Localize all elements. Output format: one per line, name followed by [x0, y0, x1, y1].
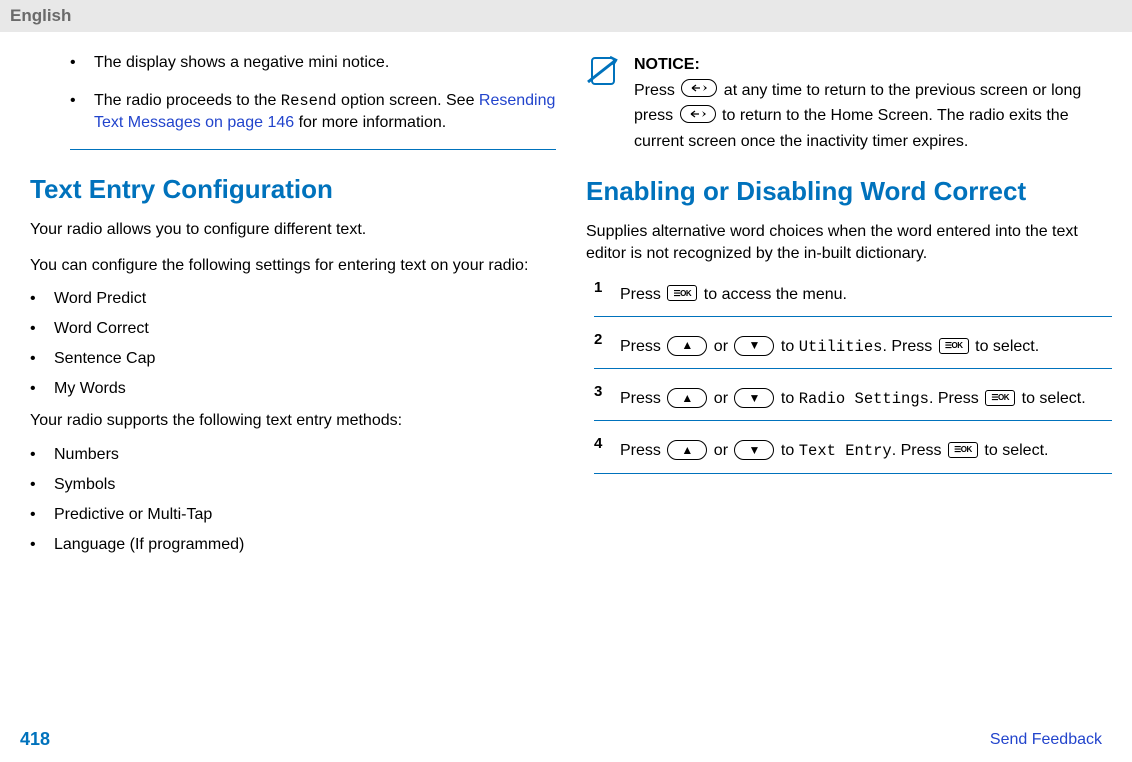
page-header: English — [0, 0, 1132, 32]
page-footer: 418 Send Feedback — [20, 729, 1102, 750]
settings-list: Word Predict Word Correct Sentence Cap M… — [30, 290, 556, 398]
top-bullets: The display shows a negative mini notice… — [30, 52, 556, 133]
page-number: 418 — [20, 729, 50, 750]
list-item: Numbers — [30, 446, 556, 464]
right-column: NOTICE: Press at any time to return to t… — [586, 52, 1112, 566]
section-intro: Supplies alternative word choices when t… — [586, 221, 1112, 264]
list-item: Predictive or Multi-Tap — [30, 506, 556, 524]
section-divider — [70, 149, 556, 150]
step-body: Press ▲ or ▼ to Utilities. Press ☰OK to … — [620, 331, 1112, 360]
steps-list: 1 Press ☰OK to access the menu. 2 Press … — [586, 279, 1112, 474]
left-column: The display shows a negative mini notice… — [20, 52, 556, 566]
up-button-icon: ▲ — [667, 336, 707, 356]
step-divider — [594, 316, 1112, 317]
step-body: Press ☰OK to access the menu. — [620, 279, 1112, 308]
up-button-icon: ▲ — [667, 388, 707, 408]
step-number: 2 — [594, 331, 608, 348]
list-item: Word Predict — [30, 290, 556, 308]
step-2: 2 Press ▲ or ▼ to Utilities. Press ☰OK t… — [594, 331, 1112, 360]
step-body: Press ▲ or ▼ to Text Entry. Press ☰OK to… — [620, 435, 1112, 464]
list-item: My Words — [30, 380, 556, 398]
step-divider — [594, 420, 1112, 421]
step-number: 4 — [594, 435, 608, 452]
ok-button-icon: ☰OK — [948, 442, 978, 458]
notice-label: NOTICE: — [634, 52, 1112, 78]
code-text: Utilities — [799, 338, 883, 356]
ok-button-icon: ☰OK — [939, 338, 969, 354]
methods-intro: Your radio supports the following text e… — [30, 410, 556, 432]
bullet-item: The radio proceeds to the Resend option … — [70, 90, 556, 134]
code-text: Radio Settings — [799, 390, 929, 408]
language-label: English — [10, 6, 71, 25]
step-number: 3 — [594, 383, 608, 400]
down-button-icon: ▼ — [734, 336, 774, 356]
bullet-text: The display shows a negative mini notice… — [94, 54, 389, 71]
page-body: The display shows a negative mini notice… — [0, 32, 1132, 566]
bullet-text: option screen. See — [337, 92, 479, 109]
bullet-text: The radio proceeds to the — [94, 92, 281, 109]
notice-icon — [586, 54, 620, 93]
step-4: 4 Press ▲ or ▼ to Text Entry. Press ☰OK … — [594, 435, 1112, 464]
list-item: Sentence Cap — [30, 350, 556, 368]
notice-text: NOTICE: Press at any time to return to t… — [634, 52, 1112, 154]
send-feedback-link[interactable]: Send Feedback — [990, 731, 1102, 749]
code-text: Resend — [281, 92, 337, 110]
down-button-icon: ▼ — [734, 440, 774, 460]
bullet-item: The display shows a negative mini notice… — [70, 52, 556, 74]
step-1: 1 Press ☰OK to access the menu. — [594, 279, 1112, 308]
bullet-text: for more information. — [294, 114, 446, 131]
step-3: 3 Press ▲ or ▼ to Radio Settings. Press … — [594, 383, 1112, 412]
home-button-icon — [680, 105, 716, 123]
ok-button-icon: ☰OK — [985, 390, 1015, 406]
list-item: Language (If programmed) — [30, 536, 556, 554]
notice-block: NOTICE: Press at any time to return to t… — [586, 52, 1112, 154]
intro-text: You can configure the following settings… — [30, 255, 556, 277]
up-button-icon: ▲ — [667, 440, 707, 460]
code-text: Text Entry — [799, 442, 892, 460]
methods-list: Numbers Symbols Predictive or Multi-Tap … — [30, 446, 556, 554]
section-heading-text-entry: Text Entry Configuration — [30, 174, 556, 205]
step-divider — [594, 368, 1112, 369]
section-heading-word-correct: Enabling or Disabling Word Correct — [586, 176, 1112, 207]
list-item: Word Correct — [30, 320, 556, 338]
down-button-icon: ▼ — [734, 388, 774, 408]
back-button-icon — [681, 79, 717, 97]
step-body: Press ▲ or ▼ to Radio Settings. Press ☰O… — [620, 383, 1112, 412]
notice-body: Press at any time to return to the previ… — [634, 78, 1112, 155]
list-item: Symbols — [30, 476, 556, 494]
ok-button-icon: ☰OK — [667, 285, 697, 301]
step-divider — [594, 473, 1112, 474]
intro-text: Your radio allows you to configure diffe… — [30, 219, 556, 241]
step-number: 1 — [594, 279, 608, 296]
